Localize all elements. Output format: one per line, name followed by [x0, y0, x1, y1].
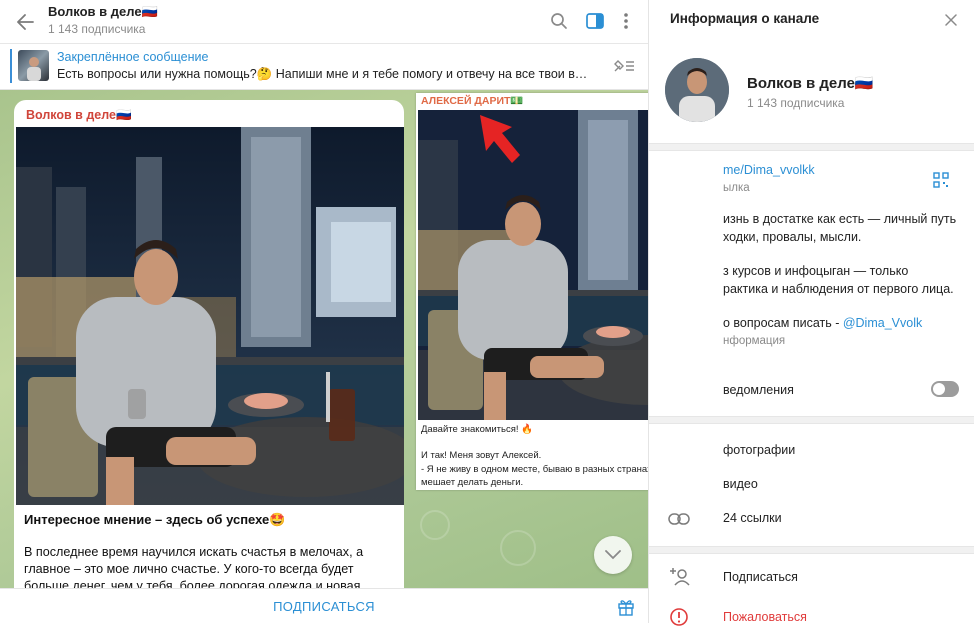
- section-divider: [649, 416, 974, 424]
- pinned-thumbnail: [18, 50, 49, 81]
- message-photo[interactable]: [16, 127, 404, 505]
- pinned-title: Закреплённое сообщение: [57, 50, 209, 64]
- description-caption: нформация: [723, 335, 786, 347]
- gift-icon[interactable]: [614, 595, 638, 619]
- qr-code-icon[interactable]: [931, 170, 951, 190]
- red-arrow-icon: [476, 113, 524, 165]
- scroll-down-button[interactable]: [594, 536, 632, 574]
- description-handle-link[interactable]: @Dima_Vvolk: [843, 316, 922, 330]
- pin-list-icon[interactable]: [611, 56, 637, 76]
- chat-subscriber-count: 1 143 подписчика: [48, 22, 146, 36]
- section-divider: [649, 546, 974, 554]
- message-bubble[interactable]: Волков в деле🇷🇺 Интересное мнение – здес…: [14, 100, 404, 588]
- videos-row[interactable]: видео: [723, 477, 758, 491]
- description-contact-text: о вопросам писать -: [723, 316, 843, 330]
- report-icon: [667, 606, 691, 628]
- channel-info-panel: Информация о канале Волков в деле🇷🇺 1 14…: [648, 0, 974, 626]
- overlay-post-line2: И так! Меня зовут Алексей.: [421, 450, 542, 461]
- links-row[interactable]: 24 ссылки: [723, 511, 782, 525]
- channel-avatar[interactable]: [665, 58, 729, 122]
- overlay-post-author: АЛЕКСЕЙ ДАРИТ💵: [421, 95, 524, 107]
- back-arrow-icon[interactable]: [12, 9, 38, 35]
- section-divider: [649, 143, 974, 151]
- notifications-toggle[interactable]: [931, 381, 959, 397]
- photos-row[interactable]: фотографии: [723, 443, 795, 457]
- notifications-label: ведомления: [723, 383, 794, 397]
- chat-title[interactable]: Волков в деле🇷🇺: [48, 4, 158, 20]
- channel-name: Волков в деле🇷🇺: [747, 75, 874, 92]
- channel-description-line1: изнь в достатке как есть — личный путь: [723, 212, 957, 226]
- message-heading: Интересное мнение – здесь об успехе🤩: [24, 512, 286, 527]
- link-icon: [667, 508, 691, 530]
- info-panel-title: Информация о канале: [670, 11, 820, 26]
- channel-description-line3: з курсов и инфоцыган — только: [723, 264, 909, 278]
- channel-link-caption: ылка: [723, 182, 750, 194]
- report-row[interactable]: Пожаловаться: [723, 610, 807, 624]
- more-options-icon[interactable]: [614, 9, 638, 33]
- channel-description-line4: рактика и наблюдения от первого лица.: [723, 282, 954, 296]
- channel-description-line5: о вопросам писать - @Dima_Vvolk: [723, 316, 922, 330]
- message-body: В последнее время научился искать счасть…: [24, 545, 364, 588]
- channel-link[interactable]: me/Dima_vvolkk: [723, 163, 815, 177]
- chat-header: Волков в деле🇷🇺 1 143 подписчика: [0, 0, 648, 44]
- close-icon[interactable]: [940, 9, 962, 31]
- add-user-icon: [667, 566, 691, 588]
- message-author[interactable]: Волков в деле🇷🇺: [26, 108, 132, 123]
- subscribe-button[interactable]: ПОДПИСАТЬСЯ: [0, 589, 648, 624]
- channel-subscriber-count: 1 143 подписчика: [747, 96, 845, 110]
- pinned-accent-line: [10, 49, 12, 83]
- search-icon[interactable]: [547, 9, 571, 33]
- overlay-post-line1: Давайте знакомиться! 🔥: [421, 424, 533, 435]
- sidebar-toggle-icon[interactable]: [583, 9, 607, 33]
- subscribe-row[interactable]: Подписаться: [723, 570, 798, 584]
- channel-description-line2: ходки, провалы, мысли.: [723, 230, 862, 244]
- pinned-text: Есть вопросы или нужна помощь?🤔 Напиши м…: [57, 67, 592, 81]
- bottom-bar: ПОДПИСАТЬСЯ: [0, 588, 648, 623]
- pinned-message-bar[interactable]: Закреплённое сообщение Есть вопросы или …: [0, 44, 648, 90]
